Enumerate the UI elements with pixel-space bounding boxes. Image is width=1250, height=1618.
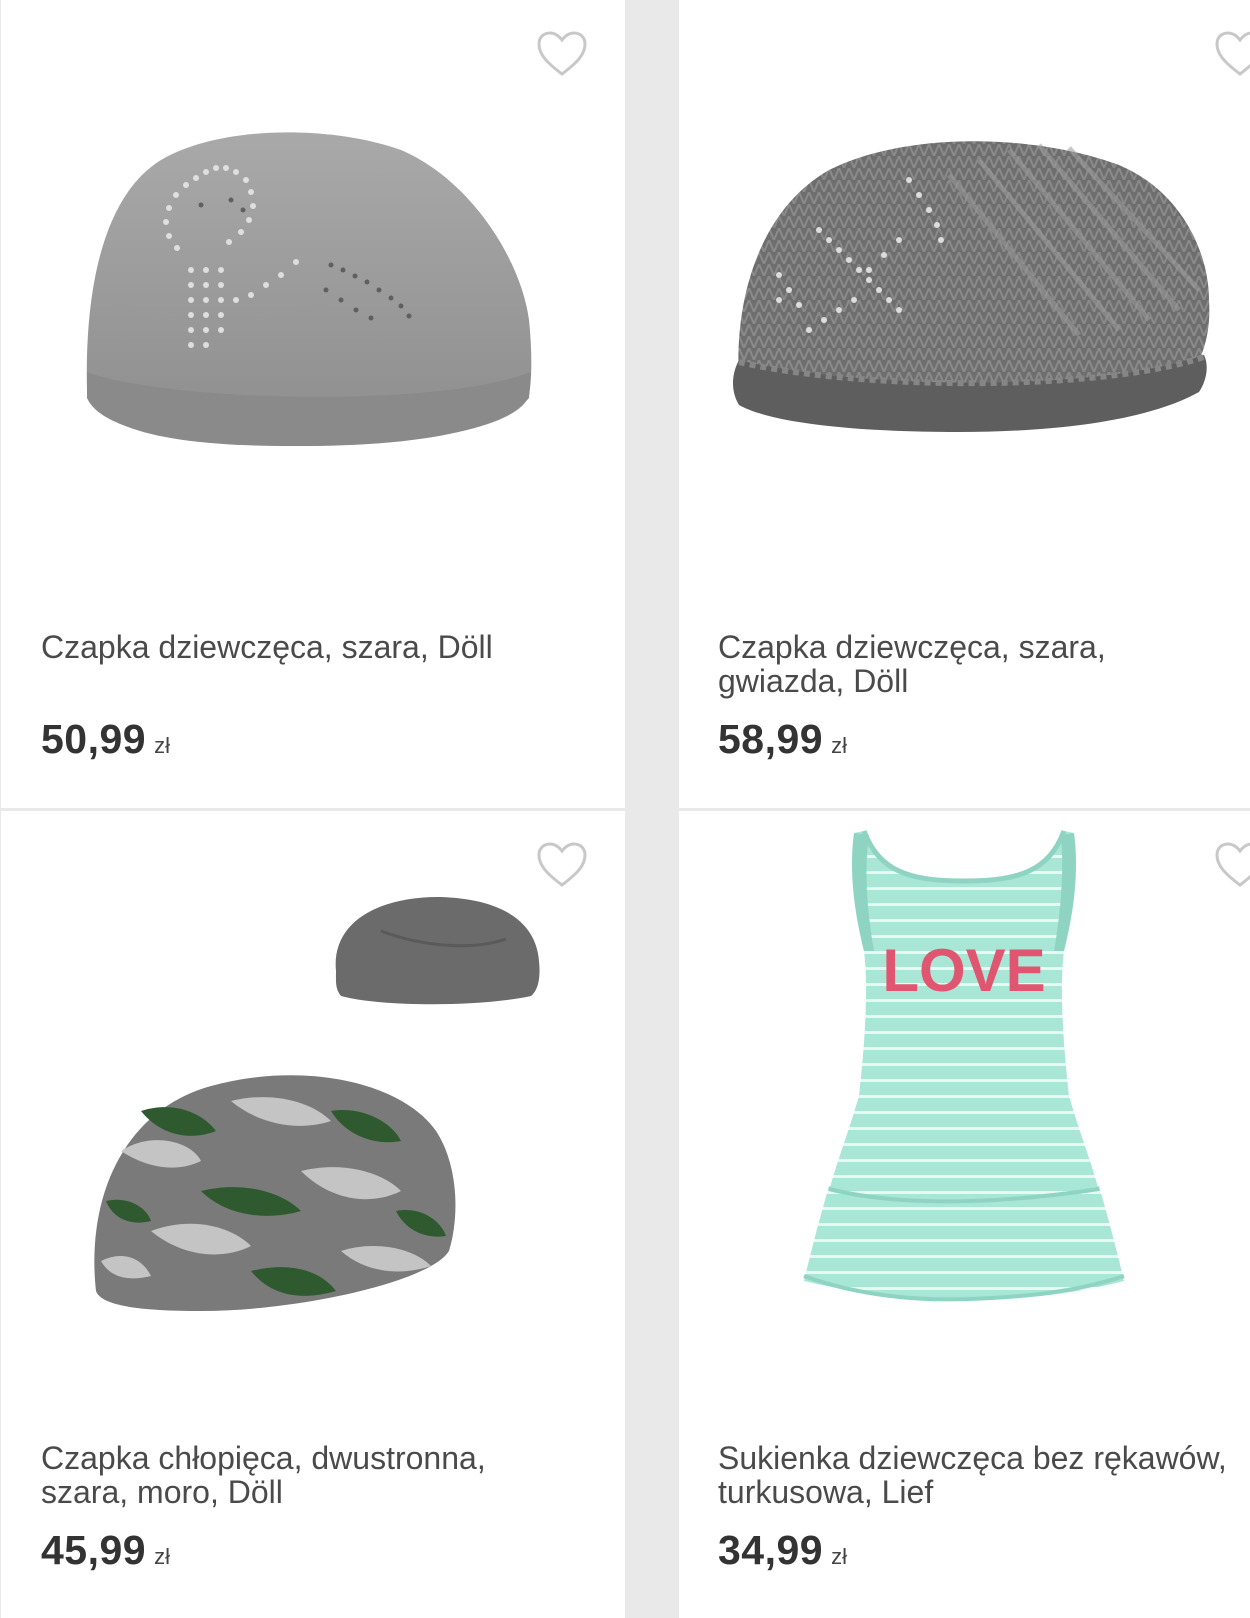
product-price: 45,99 zł [41, 1527, 170, 1574]
product-price: 34,99 zł [718, 1527, 847, 1574]
price-amount: 34,99 [718, 1527, 824, 1573]
product-title-line-1: Sukienka dziewczęca bez rękawów, [718, 1440, 1227, 1476]
product-card[interactable]: Czapka dziewczęca, szara, Döll 50,99 zł [1, 0, 625, 808]
price-amount: 58,99 [718, 716, 824, 762]
price-currency: zł [831, 733, 847, 758]
product-image[interactable] [679, 0, 1250, 600]
product-title[interactable]: Czapka dziewczęca, szara, Döll [41, 630, 601, 664]
price-currency: zł [154, 733, 170, 758]
product-title[interactable]: Czapka dziewczęca, szara, gwiazda, Döll [718, 630, 1138, 698]
product-title[interactable]: Czapka chłopięca, dwustronna, szara, mor… [41, 1441, 521, 1509]
product-card[interactable]: LOVE Sukienka dziewczęca bez rękawów, tu… [679, 811, 1250, 1618]
price-currency: zł [154, 1544, 170, 1569]
favorite-heart-icon[interactable] [1214, 841, 1250, 889]
dress-print-text: LOVE [882, 937, 1045, 1004]
product-title-line-2: turkusowa, Lief [718, 1474, 934, 1510]
product-price: 50,99 zł [41, 716, 170, 763]
product-card[interactable]: Czapka chłopięca, dwustronna, szara, mor… [1, 811, 625, 1618]
product-card[interactable]: Czapka dziewczęca, szara, gwiazda, Döll … [679, 0, 1250, 808]
price-amount: 45,99 [41, 1527, 147, 1573]
favorite-heart-icon[interactable] [1214, 30, 1250, 78]
product-title[interactable]: Sukienka dziewczęca bez rękawów, turkuso… [718, 1441, 1250, 1509]
product-image[interactable] [1, 0, 625, 600]
product-price: 58,99 zł [718, 716, 847, 763]
product-grid: Czapka dziewczęca, szara, Döll 50,99 zł [0, 0, 1250, 1618]
favorite-heart-icon[interactable] [536, 841, 588, 889]
price-amount: 50,99 [41, 716, 147, 762]
favorite-heart-icon[interactable] [536, 30, 588, 78]
product-image[interactable] [1, 811, 625, 1411]
product-image[interactable]: LOVE [679, 811, 1250, 1411]
price-currency: zł [831, 1544, 847, 1569]
